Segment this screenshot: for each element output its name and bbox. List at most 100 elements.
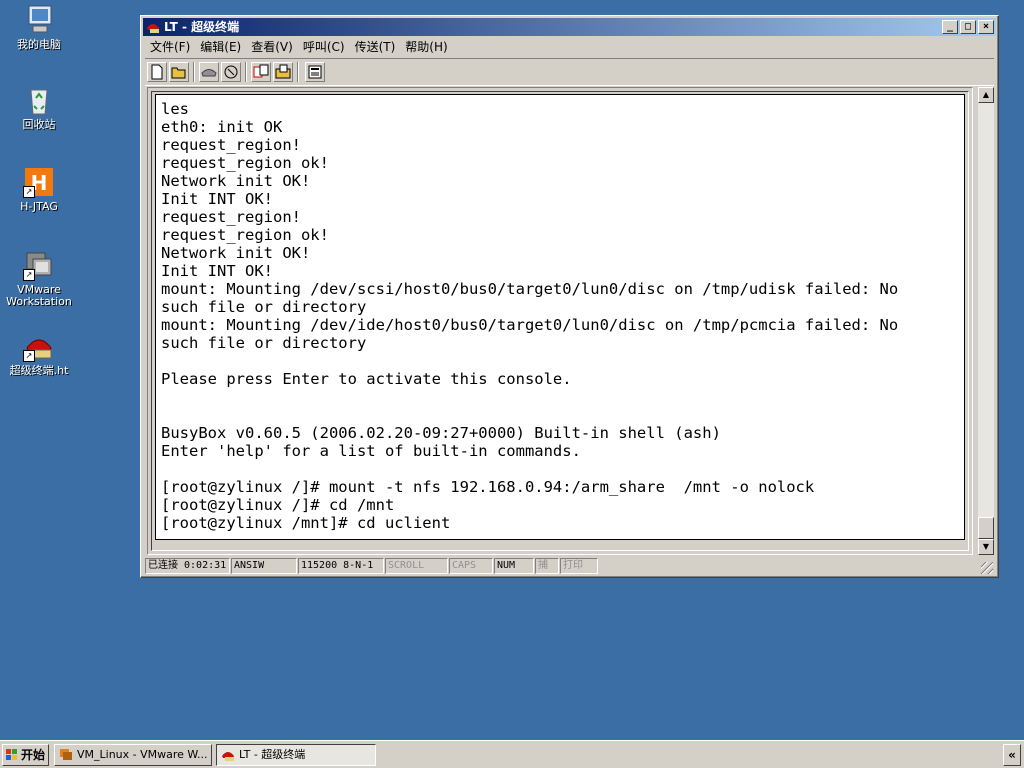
status-scroll: SCROLL <box>385 558 448 574</box>
scroll-down-button[interactable]: ▼ <box>978 539 994 555</box>
menu-file[interactable]: 文件(F) <box>145 38 195 56</box>
hyperterminal-window: LT - 超级终端 _ □ × 文件(F) 编辑(E) 查看(V) 呼叫(C) … <box>140 15 999 578</box>
terminal-screen[interactable]: les eth0: init OK request_region! request_r… <box>155 94 965 540</box>
taskbar-item-label: VM_Linux - VMware W... <box>77 748 208 761</box>
call-button[interactable] <box>199 62 219 82</box>
hyperterminal-icon <box>146 20 160 34</box>
terminal-line: Please press Enter to activate this cons… <box>161 370 572 388</box>
scroll-thumb[interactable] <box>978 517 994 539</box>
terminal-line: request_region! <box>161 208 301 226</box>
toolbar-separator <box>193 62 195 82</box>
menu-transfer[interactable]: 传送(T) <box>350 38 401 56</box>
desktop-icon-hyperterminal[interactable]: ↗ 超级终端.ht <box>0 330 79 377</box>
terminal-line: les <box>161 100 189 118</box>
title-bar[interactable]: LT - 超级终端 _ □ × <box>143 18 996 36</box>
menu-help[interactable]: 帮助(H) <box>400 38 452 56</box>
taskbar: 开始 VM_Linux - VMware W... LT - 超级终端 « <box>0 740 1024 768</box>
toolbar-separator <box>297 62 299 82</box>
menu-view[interactable]: 查看(V) <box>246 38 298 56</box>
status-num: NUM <box>494 558 534 574</box>
phone-icon <box>201 69 217 77</box>
terminal-line: Init INT OK! <box>161 262 273 280</box>
desktop-icon-h-jtag[interactable]: H ↗ H-JTAG <box>0 166 79 213</box>
start-label: 开始 <box>21 748 46 762</box>
terminal-line: BusyBox v0.60.5 (2006.02.20-09:27+0000) … <box>161 424 721 442</box>
open-button[interactable] <box>169 62 189 82</box>
status-bar: 已连接 0:02:31 ANSIW 115200 8-N-1 SCROLL CA… <box>145 557 994 575</box>
desktop-icon-label: 我的电脑 <box>17 38 61 51</box>
status-emulation: ANSIW <box>231 558 297 574</box>
status-settings: 115200 8-N-1 <box>298 558 384 574</box>
taskbar-item-label: LT - 超级终端 <box>239 748 306 761</box>
desktop-icon-label: H-JTAG <box>20 200 58 213</box>
terminal-line: Enter 'help' for a list of built-in comm… <box>161 442 581 460</box>
resize-grip-icon[interactable] <box>981 562 993 574</box>
desktop-icon-label: 回收站 <box>22 118 56 131</box>
send-icon <box>253 64 269 78</box>
tray-expand-button[interactable]: « <box>1003 744 1021 766</box>
properties-icon <box>308 65 322 79</box>
desktop-icon-my-computer[interactable]: 我的电脑 <box>0 4 79 51</box>
receive-button[interactable] <box>273 62 293 82</box>
maximize-button[interactable]: □ <box>960 20 976 34</box>
terminal-line: request_region ok! <box>161 226 329 244</box>
windows-flag-icon <box>6 749 17 760</box>
desktop-icon-label: VMware Workstation <box>6 283 72 308</box>
terminal-line: mount: Mounting /dev/ide/host0/bus0/targ… <box>161 316 899 334</box>
hyperterminal-icon <box>222 752 234 761</box>
h-jtag-icon: H ↗ <box>23 166 55 198</box>
terminal-line: Network init OK! <box>161 172 311 190</box>
status-caps: CAPS <box>449 558 493 574</box>
terminal-line: request_region! <box>161 136 301 154</box>
my-computer-icon <box>23 4 55 36</box>
terminal-line: Init INT OK! <box>161 190 273 208</box>
terminal-frame: les eth0: init OK request_region! request_r… <box>147 87 973 555</box>
status-capture: 捕 <box>535 558 559 574</box>
desktop-icon-recycle-bin[interactable]: 回收站 <box>0 84 79 131</box>
receive-icon <box>275 64 291 79</box>
terminal-line: mount: Mounting /dev/scsi/host0/bus0/tar… <box>161 280 899 298</box>
terminal-line: [root@zylinux /]# mount -t nfs 192.168.0… <box>161 478 815 496</box>
disconnect-button[interactable] <box>221 62 241 82</box>
open-icon <box>171 67 186 79</box>
terminal-line: [root@zylinux /]# cd /mnt <box>161 496 395 514</box>
close-button[interactable]: × <box>978 20 994 34</box>
terminal-line: such file or directory <box>161 298 367 316</box>
toolbar <box>145 58 994 86</box>
desktop-icon-vmware[interactable]: ↗ VMware Workstation <box>0 249 79 308</box>
terminal-line: such file or directory <box>161 334 367 352</box>
scroll-up-button[interactable]: ▲ <box>978 87 994 103</box>
hyperterminal-icon: ↗ <box>23 330 55 362</box>
desktop-icon-label: 超级终端.ht <box>9 364 69 377</box>
recycle-bin-icon <box>23 84 55 116</box>
terminal-line: request_region ok! <box>161 154 329 172</box>
new-button[interactable] <box>147 62 167 82</box>
send-button[interactable] <box>251 62 271 82</box>
menu-call[interactable]: 呼叫(C) <box>298 38 350 56</box>
menu-edit[interactable]: 编辑(E) <box>195 38 246 56</box>
disconnect-icon <box>224 65 238 79</box>
shortcut-arrow-icon: ↗ <box>23 350 35 362</box>
terminal-line: [root@zylinux /mnt]# cd uclient <box>161 514 451 532</box>
terminal-line: Network init OK! <box>161 244 311 262</box>
status-connection: 已连接 0:02:31 <box>145 558 230 574</box>
window-title: LT - 超级终端 <box>164 20 240 34</box>
menu-bar: 文件(F) 编辑(E) 查看(V) 呼叫(C) 传送(T) 帮助(H) <box>145 38 453 56</box>
vmware-icon <box>60 749 72 760</box>
taskbar-item-vmware[interactable]: VM_Linux - VMware W... <box>54 744 212 766</box>
terminal-line: eth0: init OK <box>161 118 283 136</box>
toolbar-separator <box>245 62 247 82</box>
minimize-button[interactable]: _ <box>942 20 958 34</box>
vertical-scrollbar[interactable]: ▲ ▼ <box>978 87 994 555</box>
taskbar-item-hyperterminal[interactable]: LT - 超级终端 <box>216 744 376 766</box>
status-print: 打印 <box>560 558 598 574</box>
start-button[interactable]: 开始 <box>2 744 49 766</box>
properties-button[interactable] <box>305 62 325 82</box>
vmware-icon: ↗ <box>23 249 55 281</box>
shortcut-arrow-icon: ↗ <box>23 186 35 198</box>
new-icon <box>151 64 163 80</box>
